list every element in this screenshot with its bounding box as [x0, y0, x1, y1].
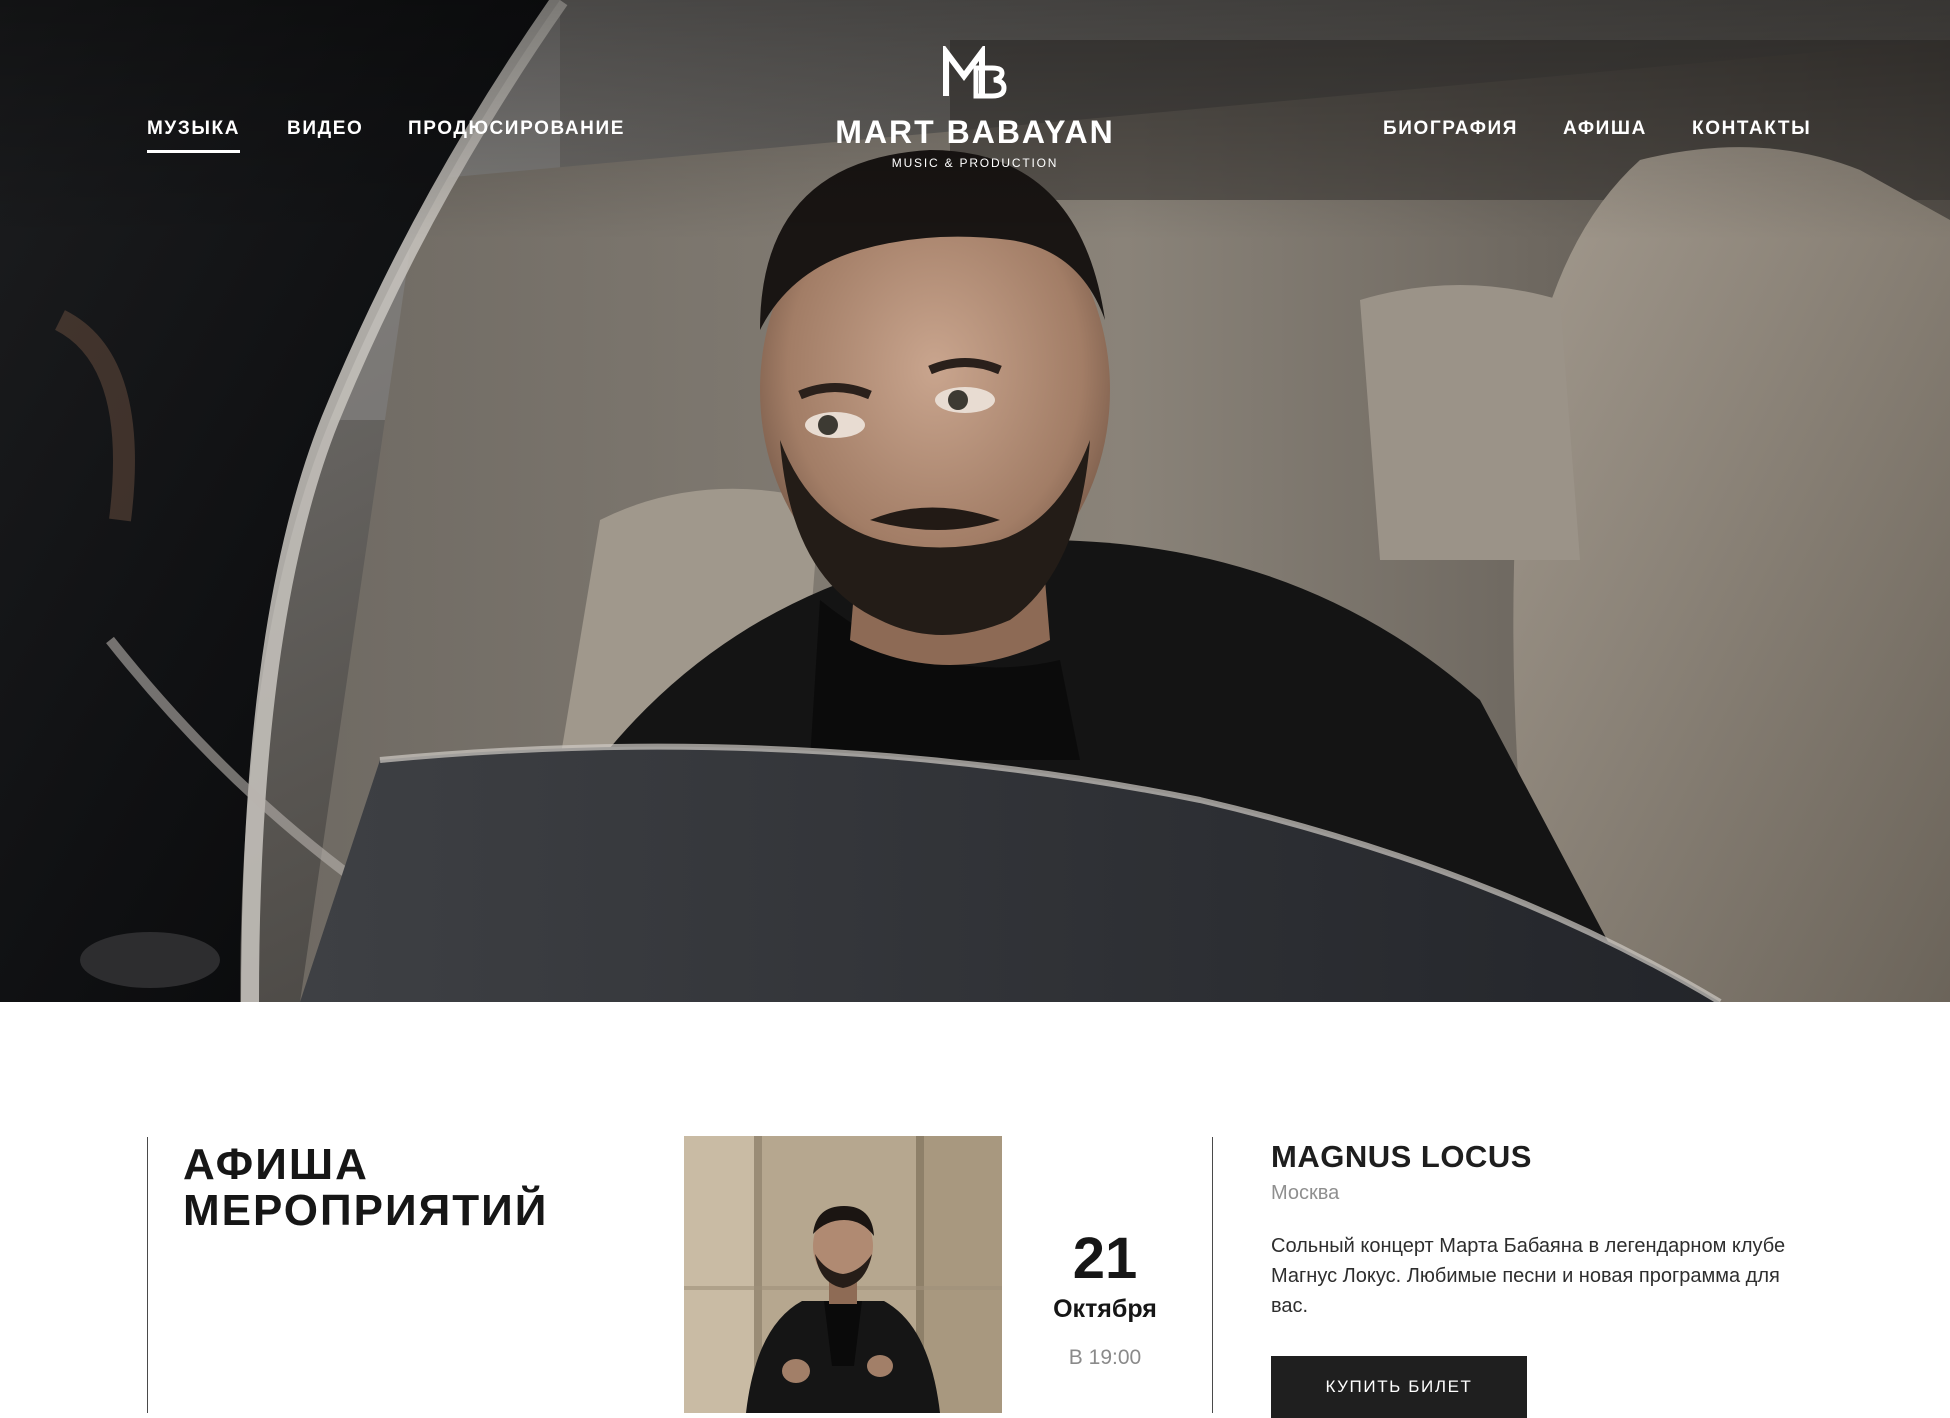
event-city: Москва [1271, 1182, 1340, 1204]
nav-link-production[interactable]: ПРОДЮСИРОВАНИЕ [408, 118, 625, 140]
site-logo[interactable]: MART BABAYAN MUSIC & PRODUCTION [825, 44, 1125, 174]
section-title-line2: МЕРОПРИЯТИЙ [183, 1186, 549, 1235]
nav-link-contacts[interactable]: КОНТАКТЫ [1692, 118, 1811, 140]
event-day: 21 [1072, 1226, 1138, 1291]
event-title[interactable]: MAGNUS LOCUS [1271, 1139, 1811, 1175]
nav-link-video[interactable]: ВИДЕО [287, 118, 363, 140]
logo-monogram-icon [943, 46, 1007, 99]
hero-section: МУЗЫКА ВИДЕО ПРОДЮСИРОВАНИЕ БИОГРАФИЯ АФ… [0, 0, 1950, 1002]
event-photo-image [684, 1136, 1002, 1413]
divider-left [147, 1137, 148, 1413]
event-info: MAGNUS LOCUS Москва Сольный концерт Март… [1271, 1139, 1811, 1321]
buy-ticket-button[interactable]: КУПИТЬ БИЛЕТ [1271, 1356, 1527, 1418]
section-title-line1: АФИША [183, 1140, 369, 1189]
divider-right [1212, 1137, 1213, 1413]
logo-name: MART BABAYAN [835, 114, 1115, 150]
afisha-section: АФИША МЕРОПРИЯТИЙ 21 Октября В 19:00 MAG… [0, 1002, 1950, 1418]
event-date: 21 Октября В 19:00 [1025, 1230, 1185, 1370]
nav-link-music[interactable]: МУЗЫКА [147, 118, 241, 153]
event-description: Сольный концерт Марта Бабаяна в легендар… [1271, 1235, 1786, 1317]
section-title: АФИША МЕРОПРИЯТИЙ [183, 1142, 548, 1234]
nav-link-biography[interactable]: БИОГРАФИЯ [1383, 118, 1518, 140]
event-month: Октября [1053, 1295, 1157, 1323]
logo-tagline: MUSIC & PRODUCTION [891, 156, 1059, 170]
event-photo[interactable] [684, 1136, 1002, 1413]
nav-link-afisha[interactable]: АФИША [1563, 118, 1647, 140]
event-time: В 19:00 [1068, 1346, 1142, 1369]
